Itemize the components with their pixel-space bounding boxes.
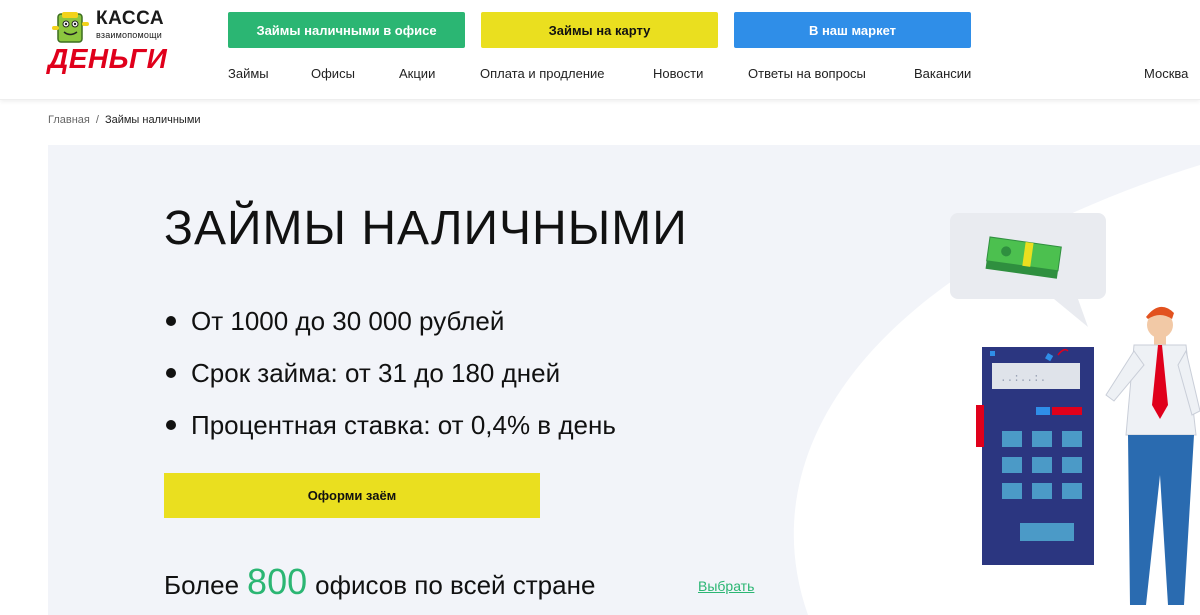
nav-item-promos[interactable]: Акции (399, 66, 435, 81)
feature-text: Процентная ставка: от 0,4% в день (191, 409, 616, 440)
feature-item-amount: От 1000 до 30 000 рублей (164, 295, 616, 347)
offices-suffix: офисов по всей стране (315, 570, 596, 600)
bullet-icon (166, 368, 176, 378)
city-selector[interactable]: Москва (1144, 66, 1188, 81)
nav-item-payment[interactable]: Оплата и продление (480, 66, 605, 81)
breadcrumb-separator: / (95, 114, 99, 126)
choose-office-link[interactable]: Выбрать (698, 578, 754, 594)
nav-item-offices[interactable]: Офисы (311, 66, 355, 81)
feature-text: Срок займа: от 31 до 180 дней (191, 357, 561, 388)
nav-item-loans[interactable]: Займы (228, 66, 269, 81)
offices-count: 800 (247, 561, 308, 602)
market-button[interactable]: В наш маркет (734, 12, 971, 48)
card-loans-button[interactable]: Займы на карту (481, 12, 718, 48)
site-header: КАССА взаимопомощи ДЕНЬГИ Займы наличным… (0, 0, 1200, 100)
bullet-icon (166, 316, 176, 326)
nav-item-vacancies[interactable]: Вакансии (914, 66, 971, 81)
logo-main-text: ДЕНЬГИ (48, 43, 168, 74)
breadcrumb: Главная / Займы наличными (48, 114, 201, 126)
mascot-logo-icon (52, 12, 89, 43)
nav-item-faq[interactable]: Ответы на вопросы (748, 66, 866, 81)
calculator-man-illustration: ..:..:. (950, 213, 1200, 605)
bullet-icon (166, 420, 176, 430)
offices-prefix: Более (164, 570, 240, 600)
svg-text:..:..:.: ..:..:. (1000, 373, 1046, 385)
feature-item-rate: Процентная ставка: от 0,4% в день (164, 399, 616, 451)
offices-count-line: Более 800 офисов по всей стране (164, 561, 595, 603)
feature-item-term: Срок займа: от 31 до 180 дней (164, 347, 616, 399)
feature-list: От 1000 до 30 000 рублей Срок займа: от … (164, 295, 616, 451)
feature-text: От 1000 до 30 000 рублей (191, 305, 505, 336)
breadcrumb-home[interactable]: Главная (48, 114, 90, 126)
apply-loan-button[interactable]: Оформи заём (164, 473, 540, 518)
page-title: ЗАЙМЫ НАЛИЧНЫМИ (164, 202, 688, 255)
breadcrumb-current: Займы наличными (104, 114, 201, 126)
logo[interactable]: КАССА взаимопомощи ДЕНЬГИ (48, 8, 178, 78)
logo-top-text: КАССА (96, 8, 165, 29)
nav-item-news[interactable]: Новости (653, 66, 703, 81)
office-loans-button[interactable]: Займы наличными в офисе (228, 12, 465, 48)
hero-section: ЗАЙМЫ НАЛИЧНЫМИ От 1000 до 30 000 рублей… (48, 145, 1200, 615)
logo-sub-text: взаимопомощи (96, 30, 162, 40)
